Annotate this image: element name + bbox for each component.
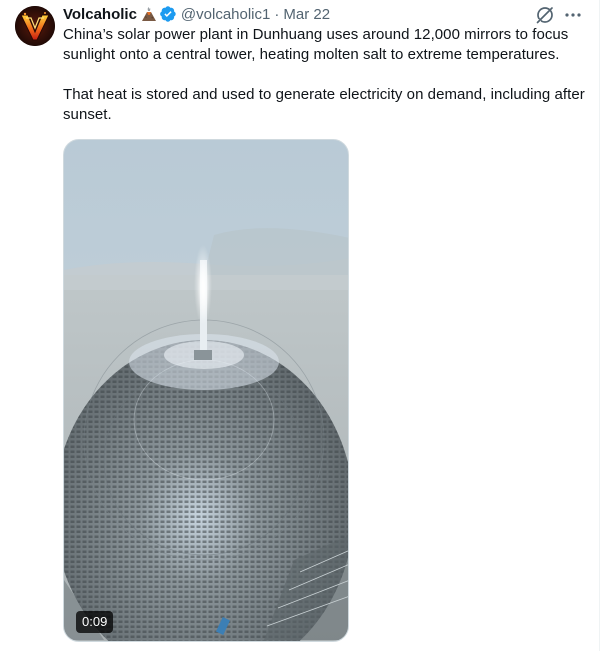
volcaholic-logo-avatar (15, 6, 55, 46)
grok-icon[interactable] (535, 5, 555, 25)
tweet-paragraph-2: That heat is stored and used to generate… (63, 86, 585, 123)
verified-badge-icon[interactable] (159, 5, 177, 23)
tweet[interactable]: Volcaholic @volcaholic1 · Mar 22 China’s… (0, 0, 599, 651)
avatar[interactable] (15, 6, 55, 46)
tweet-date[interactable]: Mar 22 (283, 6, 330, 23)
video-duration-badge: 0:09 (76, 611, 114, 633)
more-icon[interactable] (563, 5, 583, 25)
tweet-paragraph-1: China’s solar power plant in Dunhuang us… (63, 26, 569, 63)
column-divider (599, 0, 600, 651)
user-handle[interactable]: @volcaholic1 (181, 6, 270, 23)
separator-dot: · (274, 5, 280, 23)
video-player[interactable]: 0:09 (63, 139, 349, 642)
tweet-text: China’s solar power plant in Dunhuang us… (63, 25, 588, 125)
tweet-header: Volcaholic @volcaholic1 · Mar 22 (63, 4, 330, 24)
solar-plant-video-frame (64, 140, 348, 641)
volcano-icon (141, 6, 157, 22)
display-name[interactable]: Volcaholic (63, 6, 137, 23)
